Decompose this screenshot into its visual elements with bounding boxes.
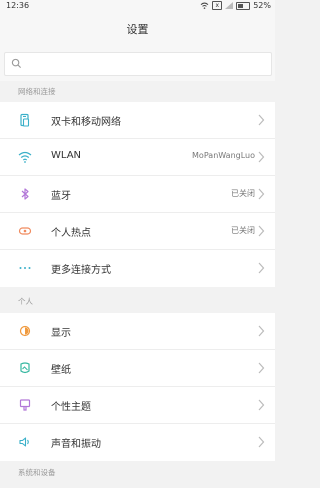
settings-item-label: 双卡和移动网络	[51, 117, 121, 128]
chevron-right-icon	[258, 114, 265, 126]
settings-item-label: 蓝牙	[51, 191, 71, 202]
personal-settings-list: 显示 壁纸 个性主题 声音和振动	[0, 313, 275, 461]
status-bar: 12:36 x 52%	[0, 0, 275, 14]
settings-item-label: 个性主题	[51, 402, 91, 413]
hotspot-icon	[18, 227, 32, 235]
theme-icon	[19, 399, 31, 411]
settings-item-bluetooth[interactable]: 蓝牙 已关闭	[0, 176, 275, 213]
section-header-system: 系统和设备	[0, 462, 275, 483]
section-header-network: 网络和连接	[0, 81, 275, 102]
settings-item-label: 声音和振动	[51, 439, 101, 450]
signal-icon	[225, 2, 234, 9]
wifi-status-icon	[200, 2, 209, 9]
section-title: 个人	[18, 297, 33, 306]
search-icon	[11, 58, 22, 69]
settings-item-wallpaper[interactable]: 壁纸	[0, 350, 275, 387]
chevron-right-icon	[258, 436, 265, 448]
battery-icon	[236, 1, 251, 10]
more-dots-icon	[19, 267, 31, 269]
chevron-right-icon	[258, 225, 265, 237]
battery-percent: 52%	[253, 1, 271, 10]
page-title: 设置	[126, 23, 149, 36]
bluetooth-icon	[21, 188, 29, 200]
dual-sim-icon	[20, 113, 30, 127]
settings-item-theme[interactable]: 个性主题	[0, 387, 275, 424]
settings-item-label: 壁纸	[51, 365, 71, 376]
settings-item-label: 显示	[51, 328, 71, 339]
search-input[interactable]	[27, 55, 267, 73]
chevron-right-icon	[258, 262, 265, 274]
settings-item-label: WLAN	[51, 150, 82, 161]
chevron-right-icon	[258, 151, 265, 163]
settings-item-label: 更多连接方式	[51, 265, 111, 276]
settings-item-wlan[interactable]: WLAN MoPanWangLuo	[0, 139, 275, 176]
settings-item-sound[interactable]: 声音和振动	[0, 424, 275, 461]
settings-item-value: 已关闭	[231, 226, 255, 235]
chevron-right-icon	[258, 325, 265, 337]
settings-item-more-connections[interactable]: 更多连接方式	[0, 250, 275, 287]
wifi-icon	[18, 151, 32, 163]
section-title: 系统和设备	[18, 468, 56, 477]
network-settings-list: 双卡和移动网络 WLAN MoPanWangLuo 蓝牙 已关闭 个人热点 已关…	[0, 102, 275, 287]
status-time: 12:36	[6, 1, 30, 10]
settings-item-value: 已关闭	[231, 189, 255, 198]
settings-item-dual-sim[interactable]: 双卡和移动网络	[0, 102, 275, 139]
section-title: 网络和连接	[18, 87, 56, 96]
search-box[interactable]	[4, 52, 272, 76]
no-sim-icon: x	[212, 1, 223, 10]
wallpaper-icon	[20, 362, 30, 374]
settings-item-display[interactable]: 显示	[0, 313, 275, 350]
chevron-right-icon	[258, 399, 265, 411]
settings-item-value: MoPanWangLuo	[192, 151, 255, 160]
search-area	[0, 46, 275, 81]
settings-item-label: 个人热点	[51, 228, 91, 239]
status-icons: x 52%	[200, 1, 271, 10]
settings-item-hotspot[interactable]: 个人热点 已关闭	[0, 213, 275, 250]
section-header-personal: 个人	[0, 291, 275, 312]
chevron-right-icon	[258, 188, 265, 200]
display-icon	[19, 325, 31, 337]
title-bar: 设置	[0, 14, 275, 46]
chevron-right-icon	[258, 362, 265, 374]
sound-icon	[19, 437, 29, 447]
